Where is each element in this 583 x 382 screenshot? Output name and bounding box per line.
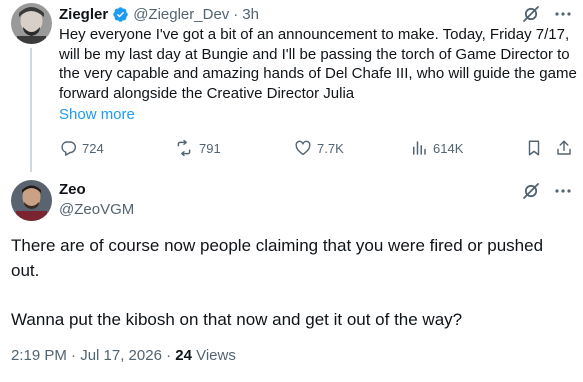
repost-icon [174, 139, 194, 157]
post-timestamp[interactable]: 2:19 PM · Jul 17, 2026 · [11, 347, 175, 364]
reply-paragraph: There are of course now people claiming … [11, 236, 544, 280]
views-icon [410, 139, 428, 157]
bookmark-button[interactable] [525, 138, 543, 158]
repost-count: 791 [199, 140, 221, 156]
like-icon [294, 139, 312, 157]
post-meta: 2:19 PM · Jul 17, 2026 · 24 Views [11, 346, 236, 366]
reply-button[interactable]: 724 [59, 138, 104, 158]
repost-button[interactable]: 791 [174, 138, 221, 158]
display-name[interactable]: Ziegler [59, 6, 108, 23]
like-count: 7.7K [317, 140, 344, 156]
views-label: Views [191, 347, 236, 364]
views-count: 24 [175, 347, 192, 364]
avatar-zeo[interactable] [11, 180, 52, 221]
handle[interactable]: @Ziegler_Dev [133, 6, 229, 23]
reply-handle[interactable]: @ZeoVGM [59, 200, 134, 220]
action-bar: 724 791 7.7K 614K [59, 138, 575, 158]
separator: · [233, 5, 239, 23]
thread-line [30, 48, 32, 172]
avatar-ziegler[interactable] [11, 3, 52, 44]
reply-paragraph: Wanna put the kibosh on that now and get… [11, 309, 463, 329]
parent-post-header: Ziegler @Ziegler_Dev · 3h [59, 4, 259, 24]
views-count: 614K [433, 140, 464, 156]
bookmark-icon [525, 139, 543, 157]
grok-icon[interactable] [521, 181, 541, 201]
share-icon [555, 139, 573, 157]
reply-display-name[interactable]: Zeo [59, 180, 86, 200]
grok-icon[interactable] [521, 4, 541, 24]
like-button[interactable]: 7.7K [294, 138, 344, 158]
more-icon[interactable] [553, 4, 573, 24]
reply-post-text: There are of course now people claiming … [11, 234, 571, 357]
parent-post-text: Hey everyone I've got a bit of an announ… [59, 26, 577, 102]
share-button[interactable] [555, 138, 573, 158]
show-more-link[interactable]: Show more [59, 105, 135, 125]
reply-icon [59, 139, 77, 157]
more-icon[interactable] [553, 181, 573, 201]
reply-count: 724 [82, 140, 104, 156]
verified-badge-icon [112, 6, 129, 23]
post-time[interactable]: 3h [242, 6, 259, 23]
views-button[interactable]: 614K [410, 138, 463, 158]
